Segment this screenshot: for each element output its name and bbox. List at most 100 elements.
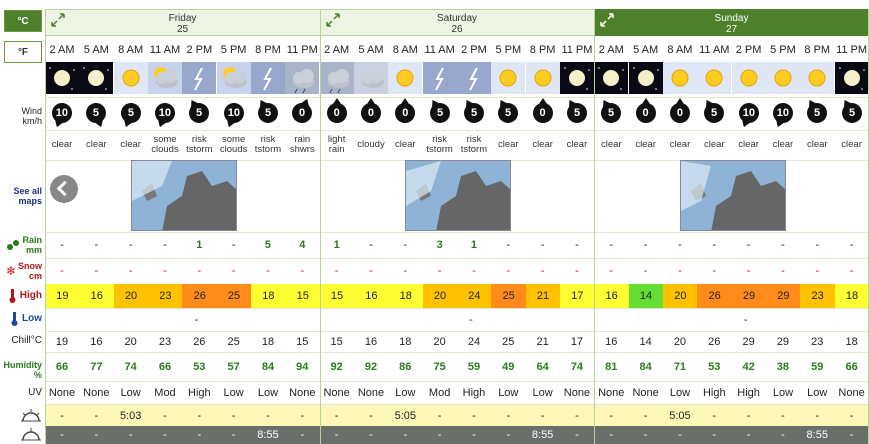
see-maps-line2: maps — [18, 196, 42, 206]
fahrenheit-toggle[interactable]: °F — [4, 41, 42, 63]
condition-word: clear — [497, 139, 519, 150]
wind-arrow — [224, 120, 235, 129]
day-header-saturday[interactable]: Saturday 26 — [320, 9, 594, 36]
condition-text: clear — [766, 130, 800, 160]
sunset-value: - — [746, 429, 751, 441]
chill-value: 18 — [399, 335, 412, 348]
chill-value: 20 — [433, 335, 446, 348]
low-temp: - — [194, 313, 199, 326]
snow-value: - — [128, 265, 133, 277]
time-label: 5 PM — [220, 43, 247, 56]
day-header-friday[interactable]: Friday 25 — [45, 9, 320, 36]
rain-value: 5 — [264, 239, 272, 251]
time-label: 5 AM — [633, 43, 659, 56]
rain-unit-text: mm — [25, 245, 42, 255]
wind-cell: 10 — [732, 97, 766, 129]
wind-direction-icon: 10 — [770, 100, 796, 129]
snow-label: ❄ Snow cm — [0, 259, 45, 283]
humidity-value: 38 — [776, 360, 790, 373]
wind-cell: 0 — [285, 97, 319, 129]
condition-word: clear — [395, 139, 416, 150]
condition-word: clear — [51, 139, 73, 150]
sunrise-value: - — [609, 409, 614, 422]
map-image — [681, 161, 785, 230]
wind-cell: 0 — [388, 97, 422, 129]
sunrise-value: 5:05 — [669, 409, 691, 422]
chill-value: 26 — [193, 335, 206, 348]
sunrise-value: - — [197, 409, 202, 422]
maps-back-button[interactable] — [50, 175, 78, 203]
weather-map-sunday[interactable] — [680, 160, 786, 231]
celsius-toggle[interactable]: °C — [4, 10, 42, 32]
condition-text: risk tstorm — [182, 130, 216, 160]
condition-text: clear — [835, 130, 869, 160]
expand-icon[interactable] — [600, 13, 614, 27]
sunrise-value: - — [575, 409, 579, 422]
wind-speed: 10 — [55, 107, 69, 119]
wind-speed: 0 — [539, 107, 546, 119]
condition-word: cloudy — [357, 139, 385, 150]
snow-value: - — [643, 265, 648, 277]
humidity-value: 66 — [845, 360, 858, 373]
snow-unit-text: cm — [28, 271, 42, 281]
lightning-icon — [456, 62, 491, 94]
high-temp: 16 — [594, 284, 630, 308]
expand-icon[interactable] — [326, 13, 340, 27]
weather-map-friday[interactable] — [131, 160, 237, 231]
condition-text: some clouds — [148, 130, 182, 160]
wind-cell: 0 — [663, 97, 697, 129]
uv-value: Low — [120, 386, 141, 399]
wind-cell: 5 — [114, 97, 148, 129]
moon-icon — [834, 62, 869, 94]
wind-speed: 10 — [227, 107, 240, 119]
humidity-value: 74 — [570, 360, 584, 373]
lightning-icon — [250, 62, 285, 94]
uv-value: Low — [257, 386, 279, 399]
humidity-value: 57 — [227, 360, 240, 373]
lightning-icon — [182, 62, 217, 94]
high-temp: 18 — [250, 284, 286, 308]
humidity-value: 84 — [639, 360, 652, 373]
expand-icon[interactable] — [51, 13, 65, 27]
chill-value: 29 — [742, 335, 755, 348]
sunrise-value: - — [472, 409, 476, 422]
weather-map-saturday[interactable] — [405, 160, 511, 231]
chill-value: 29 — [776, 335, 790, 348]
day-header-sunday[interactable]: Sunday 27 — [594, 9, 869, 36]
humidity-value: 49 — [502, 360, 515, 373]
condition-text: light rain — [320, 130, 354, 160]
see-all-maps-link[interactable]: See all maps — [0, 180, 45, 206]
day-name: Saturday — [436, 13, 478, 24]
humidity-label: Humidity % — [0, 352, 45, 380]
time-label: 5 PM — [770, 43, 796, 56]
condition-word: clouds — [151, 144, 179, 155]
wind-direction-icon: 5 — [254, 98, 282, 127]
uv-value: None — [83, 386, 110, 399]
wind-arrow — [53, 120, 63, 129]
humidity-value: 42 — [742, 360, 755, 373]
high-temp: 15 — [285, 284, 321, 308]
rain-value: - — [94, 239, 99, 251]
snow-value: - — [300, 265, 305, 277]
snow-value: - — [746, 265, 751, 277]
uv-value: None — [632, 386, 659, 399]
low-temp: - — [743, 313, 748, 326]
wind-direction-icon: 5 — [83, 100, 110, 129]
high-temp: 21 — [525, 284, 561, 308]
wind-arrow — [641, 98, 650, 104]
cloud-rain-icon — [319, 62, 354, 94]
moon-icon — [594, 62, 629, 94]
condition-word: clear — [841, 139, 862, 150]
sunrise-value: - — [815, 409, 820, 422]
time-label: 5 AM — [358, 43, 384, 56]
humidity-unit-text: % — [33, 370, 42, 380]
condition-word: clear — [669, 139, 691, 150]
uv-value: Low — [669, 386, 691, 399]
humidity-value: 53 — [708, 360, 721, 373]
snow-value: - — [815, 265, 820, 277]
sunset-value: - — [300, 429, 305, 441]
sunrise-value: - — [437, 409, 442, 422]
humidity-value: 77 — [90, 360, 103, 373]
sunrise-value: - — [849, 409, 854, 422]
wind-direction-icon: 0 — [532, 98, 553, 123]
